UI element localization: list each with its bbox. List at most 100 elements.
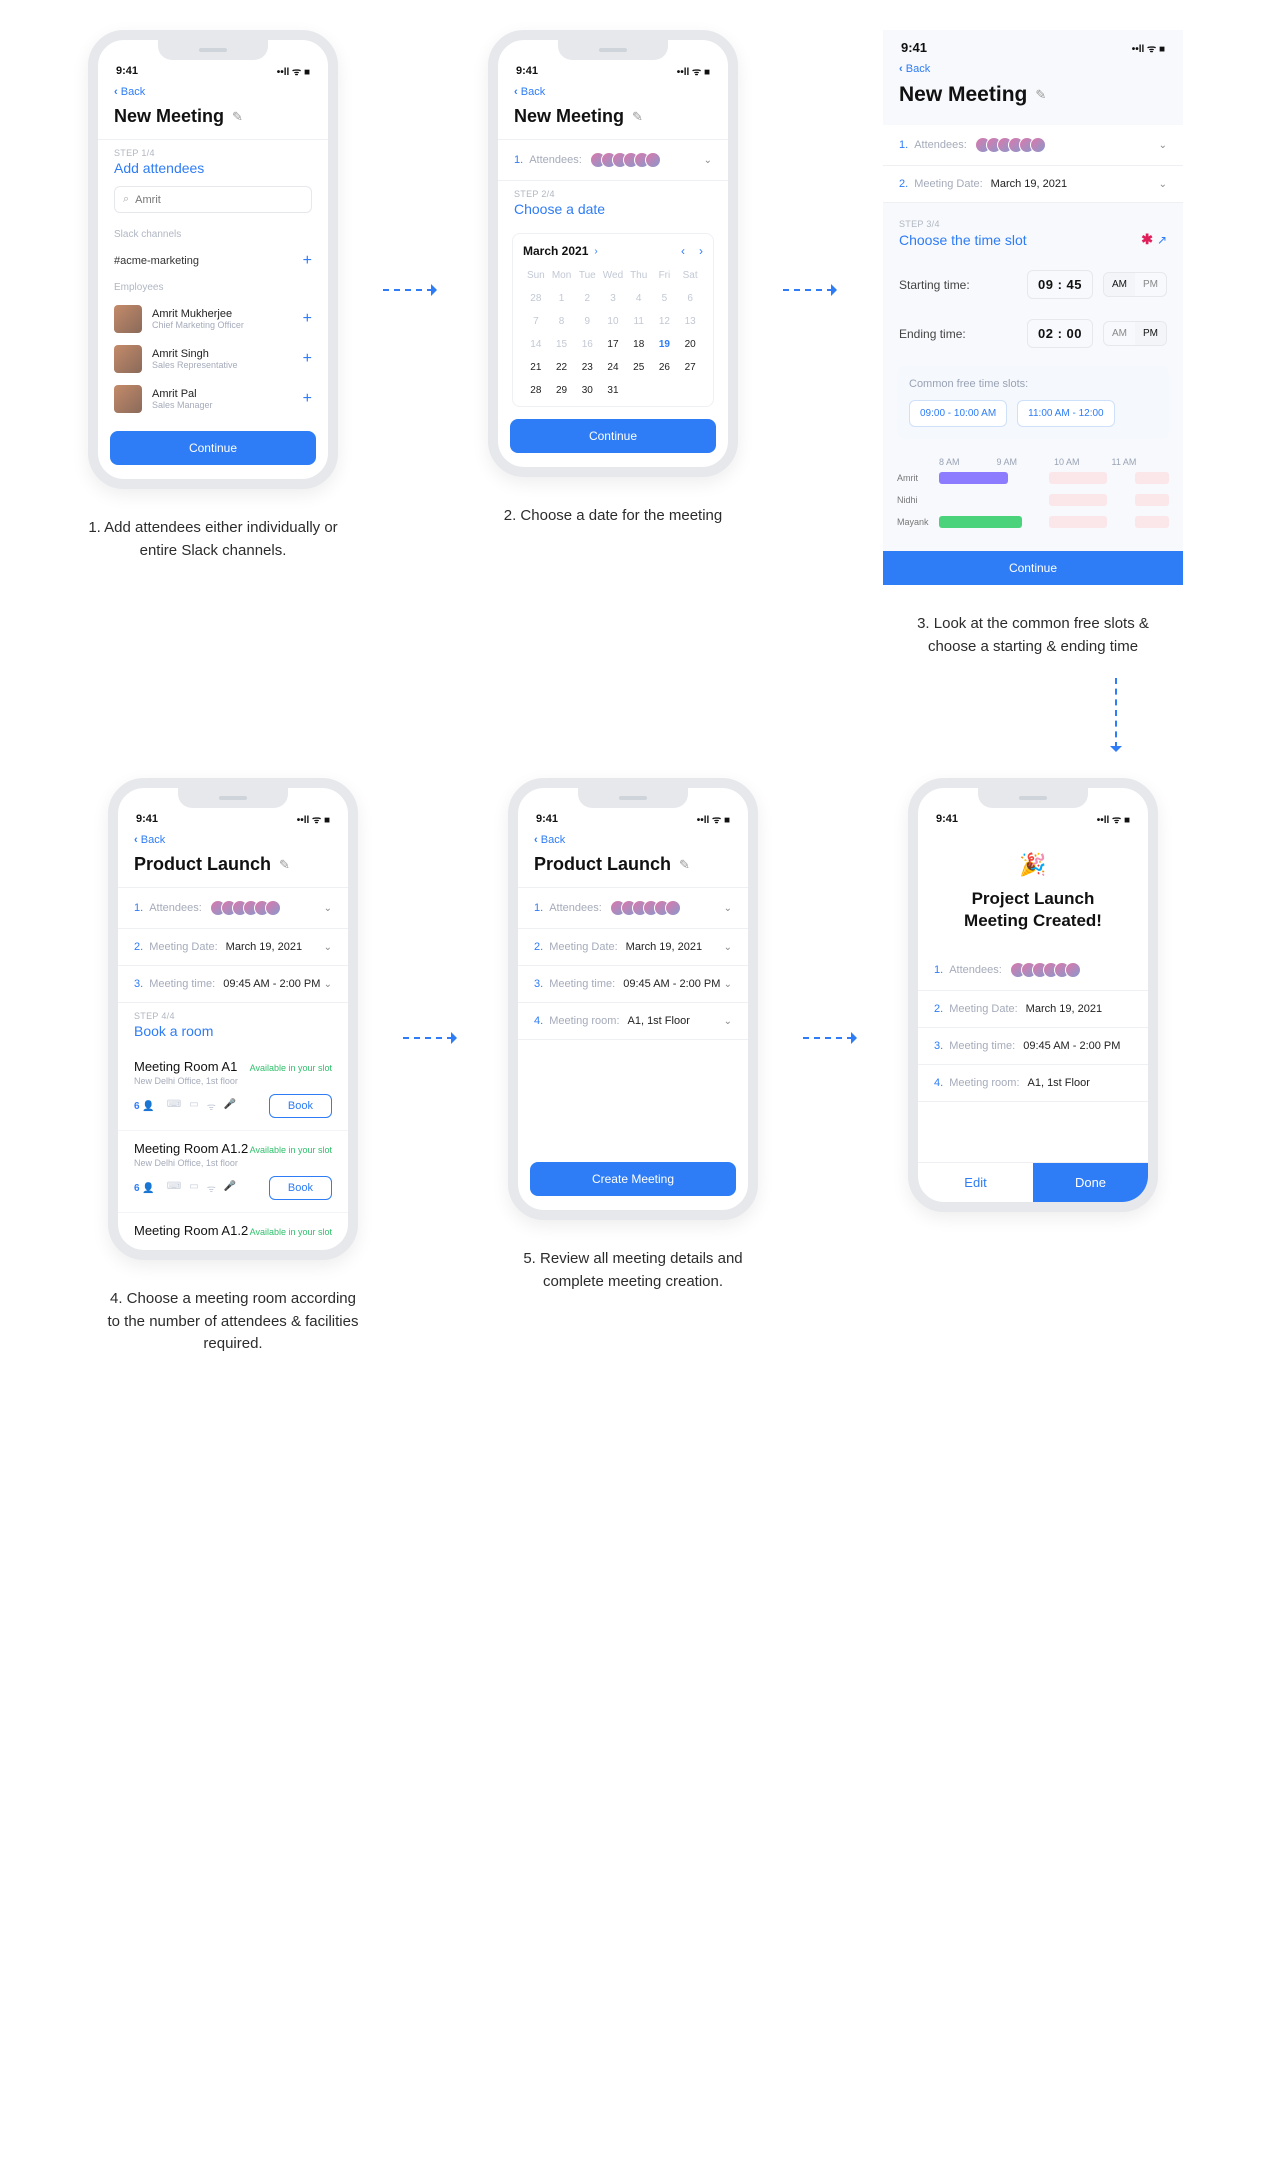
calendar-day[interactable]: 5 [652, 287, 678, 310]
add-icon[interactable]: + [303, 390, 312, 408]
room-availability: Available in your slot [250, 1145, 332, 1155]
calendar-day[interactable]: 6 [677, 287, 703, 310]
step-caption: 1. Add attendees either individually or … [83, 517, 343, 562]
calendar-day[interactable]: 28 [523, 287, 549, 310]
calendar-day[interactable]: 29 [549, 379, 575, 402]
calendar-day[interactable]: 24 [600, 356, 626, 379]
calendar-day[interactable]: 10 [600, 310, 626, 333]
calendar-day[interactable]: 16 [574, 333, 600, 356]
add-icon[interactable]: + [303, 252, 312, 270]
calendar-day[interactable]: 12 [652, 310, 678, 333]
time-summary[interactable]: 3.Meeting time: 09:45 AM - 2:00 PM ⌄ [118, 966, 348, 1003]
free-slot-chip[interactable]: 09:00 - 10:00 AM [909, 400, 1007, 427]
edit-title-icon[interactable]: ✎ [279, 857, 290, 873]
book-button[interactable]: Book [269, 1094, 332, 1118]
end-time-input[interactable]: 02 : 00 [1027, 319, 1093, 348]
calendar-day[interactable]: 21 [523, 356, 549, 379]
status-bar: 9:41 ••ll ᯤ ■ [98, 62, 328, 84]
create-meeting-button[interactable]: Create Meeting [530, 1162, 736, 1196]
next-month-icon[interactable]: › [699, 244, 703, 258]
chevron-down-icon: ⌄ [1159, 140, 1167, 151]
edit-title-icon[interactable]: ✎ [232, 109, 243, 125]
back-button[interactable]: Back [118, 832, 348, 852]
employee-row[interactable]: Amrit Pal Sales Manager + [98, 379, 328, 419]
attendees-summary[interactable]: 1.Attendees: ⌄ [518, 888, 748, 929]
calendar-day[interactable]: 11 [626, 310, 652, 333]
employee-avatar [114, 305, 142, 333]
calendar-day[interactable]: 23 [574, 356, 600, 379]
status-indicators: ••ll ᯤ ■ [1132, 41, 1165, 55]
time-summary[interactable]: 3.Meeting time:09:45 AM - 2:00 PM⌄ [518, 966, 748, 1003]
pm-option[interactable]: PM [1135, 273, 1166, 296]
edit-title-icon[interactable]: ✎ [632, 109, 643, 125]
pm-option[interactable]: PM [1135, 322, 1166, 345]
step-caption: 3. Look at the common free slots & choos… [903, 613, 1163, 658]
date-summary[interactable]: 2. Meeting Date: March 19, 2021 ⌄ [883, 166, 1183, 203]
calendar-day[interactable]: 19 [652, 333, 678, 356]
mic-icon: 🎤 [224, 1181, 236, 1195]
month-picker-icon[interactable]: › [594, 246, 597, 257]
add-icon[interactable]: + [303, 310, 312, 328]
date-summary[interactable]: 2.Meeting Date:March 19, 2021⌄ [518, 929, 748, 966]
external-link-icon[interactable]: ↗ [1157, 233, 1167, 247]
edit-title-icon[interactable]: ✎ [1035, 87, 1046, 103]
calendar-day[interactable]: 22 [549, 356, 575, 379]
calendar-day[interactable]: 27 [677, 356, 703, 379]
calendar-day[interactable]: 26 [652, 356, 678, 379]
timeline-person: Mayank [897, 517, 939, 527]
prev-month-icon[interactable]: ‹ [681, 244, 685, 258]
back-button[interactable]: Back [498, 84, 728, 104]
calendar-day[interactable]: 15 [549, 333, 575, 356]
back-button[interactable]: Back [518, 832, 748, 852]
calendar-day[interactable]: 28 [523, 379, 549, 402]
book-button[interactable]: Book [269, 1176, 332, 1200]
calendar-day[interactable]: 14 [523, 333, 549, 356]
am-option[interactable]: AM [1104, 322, 1135, 345]
date-summary[interactable]: 2.Meeting Date: March 19, 2021 ⌄ [118, 929, 348, 966]
busy-block [1135, 516, 1170, 528]
search-input[interactable]: ⌕ Amrit [114, 186, 312, 213]
continue-button[interactable]: Continue [110, 431, 316, 465]
calendar-day[interactable]: 9 [574, 310, 600, 333]
calendar-day[interactable]: 13 [677, 310, 703, 333]
free-slot-chip[interactable]: 11:00 AM - 12:00 [1017, 400, 1114, 427]
add-icon[interactable]: + [303, 350, 312, 368]
edit-button[interactable]: Edit [918, 1163, 1033, 1202]
slack-channel-row[interactable]: #acme-marketing + [98, 246, 328, 276]
calendar-day[interactable]: 1 [549, 287, 575, 310]
employee-avatar [114, 385, 142, 413]
attendees-summary[interactable]: 1. Attendees: ⌄ [498, 140, 728, 181]
employee-row[interactable]: Amrit Mukherjee Chief Marketing Officer … [98, 299, 328, 339]
done-button[interactable]: Done [1033, 1163, 1148, 1202]
flow-arrow-icon [783, 280, 843, 300]
attendees-summary[interactable]: 1.Attendees: ⌄ [118, 888, 348, 929]
room-summary[interactable]: 4.Meeting room:A1, 1st Floor⌄ [518, 1003, 748, 1040]
calendar-day[interactable]: 18 [626, 333, 652, 356]
calendar-day[interactable]: 2 [574, 287, 600, 310]
calendar-day[interactable]: 3 [600, 287, 626, 310]
page-title: New Meeting [114, 106, 224, 127]
calendar-day[interactable]: 25 [626, 356, 652, 379]
step-caption: 2. Choose a date for the meeting [504, 505, 722, 528]
calendar-day[interactable]: 20 [677, 333, 703, 356]
edit-title-icon[interactable]: ✎ [679, 857, 690, 873]
back-button[interactable]: Back [883, 61, 1183, 81]
calendar-day[interactable]: 17 [600, 333, 626, 356]
am-option[interactable]: AM [1104, 273, 1135, 296]
continue-button[interactable]: Continue [510, 419, 716, 453]
channel-name: #acme-marketing [114, 255, 199, 267]
search-value: Amrit [135, 194, 161, 206]
start-ampm-toggle[interactable]: AM PM [1103, 272, 1167, 297]
calendar-day[interactable]: 31 [600, 379, 626, 402]
calendar-day[interactable]: 4 [626, 287, 652, 310]
start-time-input[interactable]: 09 : 45 [1027, 270, 1093, 299]
back-button[interactable]: Back [98, 84, 328, 104]
employee-row[interactable]: Amrit Singh Sales Representative + [98, 339, 328, 379]
attendees-summary[interactable]: 1. Attendees: ⌄ [883, 125, 1183, 166]
calendar-day[interactable]: 8 [549, 310, 575, 333]
calendar-day[interactable]: 30 [574, 379, 600, 402]
continue-button[interactable]: Continue [883, 551, 1183, 585]
end-ampm-toggle[interactable]: AM PM [1103, 321, 1167, 346]
calendar-day[interactable]: 7 [523, 310, 549, 333]
calendar[interactable]: March 2021 › ‹ › SunMonTueWedThuFriSat28… [512, 233, 714, 407]
